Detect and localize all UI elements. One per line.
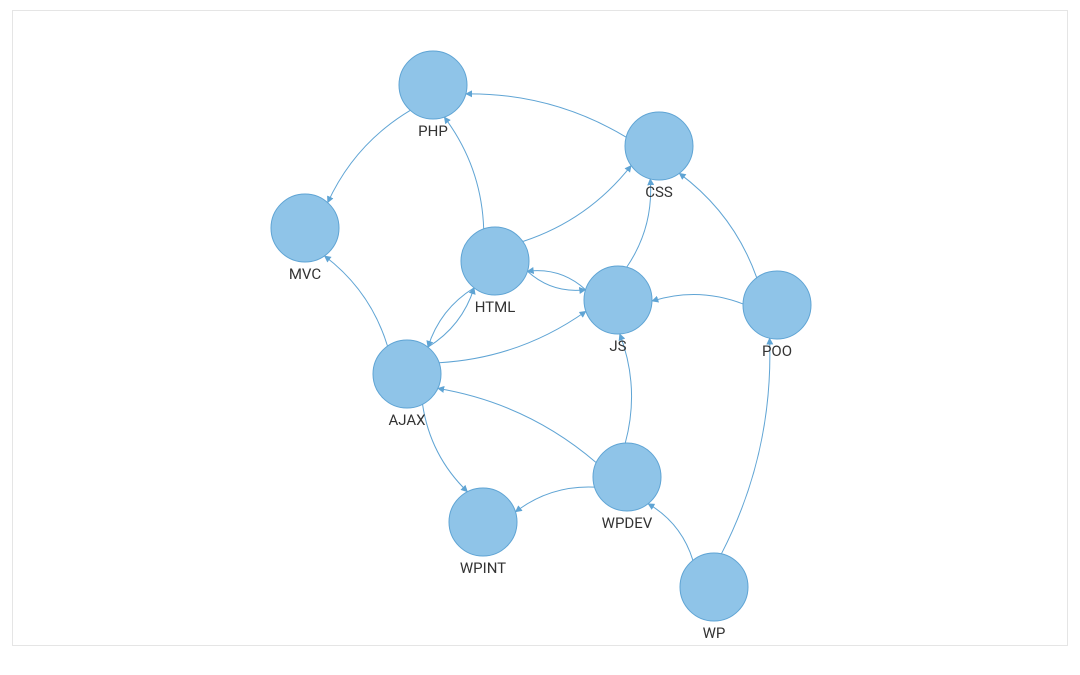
node-label: JS — [609, 337, 626, 355]
edge-html-php[interactable] — [444, 117, 483, 229]
node-circle[interactable] — [680, 553, 748, 621]
node-circle[interactable] — [449, 488, 517, 556]
node-css[interactable]: CSS — [625, 112, 693, 201]
node-js[interactable]: JS — [584, 266, 652, 355]
node-label: HTML — [475, 298, 516, 316]
node-label: CSS — [645, 183, 673, 201]
node-wp[interactable]: WP — [680, 553, 748, 642]
node-ajax[interactable]: AJAX — [373, 340, 441, 429]
edge-poo-css[interactable] — [679, 173, 756, 277]
edge-wpdev-ajax[interactable] — [438, 388, 596, 462]
node-label: WPDEV — [602, 514, 653, 532]
edge-wp-poo[interactable] — [721, 338, 769, 554]
edge-ajax-mvc[interactable] — [324, 256, 387, 346]
edge-ajax-html[interactable] — [428, 288, 474, 347]
node-label: POO — [762, 342, 792, 360]
node-mvc[interactable]: MVC — [271, 194, 339, 283]
edge-html-css[interactable] — [523, 166, 631, 242]
node-wpdev[interactable]: WPDEV — [593, 443, 661, 532]
node-php[interactable]: PHP — [399, 51, 467, 140]
graph-panel: PHP CSS MVC HTML JS POO AJAX WPDEV WPINT WP — [12, 10, 1068, 646]
edge-php-mvc[interactable] — [328, 110, 411, 202]
graph-svg[interactable]: PHP CSS MVC HTML JS POO AJAX WPDEV WPINT WP — [13, 11, 1067, 645]
node-wpint[interactable]: WPINT — [449, 488, 517, 577]
node-circle[interactable] — [625, 112, 693, 180]
node-label: AJAX — [388, 411, 426, 429]
edge-wpdev-wpint[interactable] — [515, 487, 594, 512]
edge-ajax-js[interactable] — [439, 311, 586, 362]
node-circle[interactable] — [584, 266, 652, 334]
edge-js-html[interactable] — [527, 271, 585, 290]
node-poo[interactable]: POO — [743, 271, 811, 360]
edge-ajax-wpint[interactable] — [423, 404, 468, 492]
node-label: PHP — [418, 122, 448, 140]
node-circle[interactable] — [743, 271, 811, 339]
node-label: WP — [703, 624, 726, 642]
edge-html-ajax[interactable] — [428, 288, 474, 347]
node-circle[interactable] — [399, 51, 467, 119]
edge-css-php[interactable] — [466, 94, 626, 137]
node-circle[interactable] — [271, 194, 339, 262]
node-label: WPINT — [460, 559, 506, 577]
node-html[interactable]: HTML — [461, 227, 529, 316]
edge-html-js[interactable] — [527, 271, 585, 290]
node-circle[interactable] — [593, 443, 661, 511]
node-circle[interactable] — [461, 227, 529, 295]
node-label: MVC — [289, 265, 322, 283]
edge-poo-js[interactable] — [652, 294, 743, 303]
node-circle[interactable] — [373, 340, 441, 408]
edge-wp-wpdev[interactable] — [648, 504, 693, 561]
